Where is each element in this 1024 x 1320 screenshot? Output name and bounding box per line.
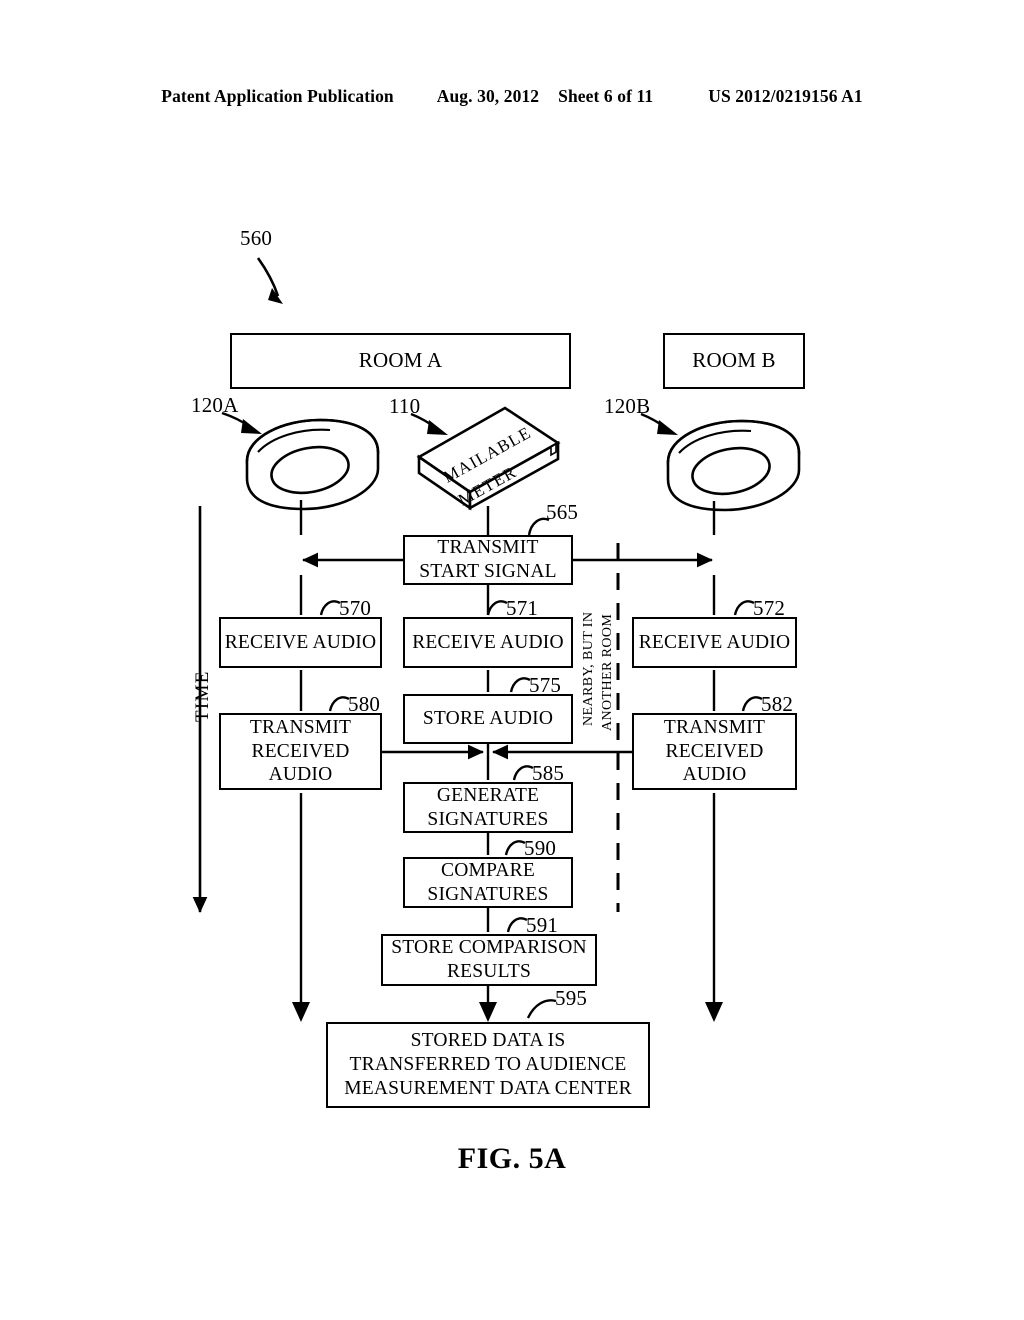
- ref-571-leader: [486, 600, 508, 616]
- step-590-line1: COMPARE: [441, 859, 535, 881]
- step-595-line2: TRANSFERRED TO AUDIENCE: [349, 1054, 627, 1076]
- ref-570-leader: [319, 600, 341, 616]
- lifeline-a-arrowhead: [292, 1002, 310, 1022]
- step-575-label: STORE AUDIO: [422, 708, 554, 730]
- ref-585-leader: [512, 765, 534, 781]
- ref-582-leader: [741, 696, 763, 712]
- step-582-line2: RECEIVED: [665, 740, 764, 762]
- step-transmit-received-audio-device-a: TRANSMIT RECEIVED AUDIO: [219, 713, 382, 790]
- step-transmit-received-audio-device-b: TRANSMIT RECEIVED AUDIO: [632, 713, 797, 790]
- ref-label-110: 110: [389, 394, 421, 418]
- wristband-device-b-illustration: [666, 419, 801, 512]
- step-receive-audio-meter: RECEIVE AUDIO: [403, 617, 573, 668]
- step-595-line3: MEASUREMENT DATA CENTER: [344, 1077, 632, 1099]
- step-stored-data-transferred: STORED DATA IS TRANSFERRED TO AUDIENCE M…: [326, 1022, 650, 1108]
- step-receive-audio-device-a: RECEIVE AUDIO: [219, 617, 382, 668]
- ref-label-120A: 120A: [191, 393, 239, 417]
- room-a-box: ROOM A: [230, 333, 571, 389]
- ref-590-leader: [504, 840, 526, 856]
- step-receive-audio-device-b: RECEIVE AUDIO: [632, 617, 797, 668]
- lifeline-b-arrowhead: [705, 1002, 723, 1022]
- step-595-line1: STORED DATA IS: [410, 1030, 566, 1052]
- ref-575-leader: [509, 677, 531, 693]
- time-axis-label: TIME: [192, 670, 213, 722]
- step-565-line2: START SIGNAL: [419, 561, 557, 582]
- ref-572-leader: [733, 600, 755, 616]
- ref-label-120B: 120B: [604, 394, 651, 418]
- ref-595-leader: [526, 999, 557, 1019]
- step-580-line2: RECEIVED: [251, 740, 350, 762]
- step-590-line2: SIGNATURES: [427, 883, 549, 905]
- step-transmit-start-signal: TRANSMIT START SIGNAL: [403, 535, 573, 585]
- ref-591-leader: [506, 917, 528, 933]
- ref-580-leader: [328, 696, 350, 712]
- room-divider-label-line2: ANOTHER ROOM: [600, 613, 615, 731]
- step-591-line2: RESULTS: [446, 961, 532, 982]
- ref-label-595: 595: [555, 986, 588, 1010]
- step-570-label: RECEIVE AUDIO: [224, 631, 377, 653]
- step-582-line1: TRANSMIT: [663, 716, 766, 738]
- room-b-label: ROOM B: [692, 348, 776, 373]
- step-585-line2: SIGNATURES: [427, 808, 549, 830]
- lifeline-meter-arrowhead: [479, 1002, 497, 1022]
- step-591-line1: STORE COMPARISON: [391, 937, 587, 959]
- step-580-line1: TRANSMIT: [249, 716, 352, 738]
- step-565-line1: TRANSMIT: [437, 537, 539, 559]
- ref-label-560: 560: [240, 226, 273, 250]
- step-580-line3: AUDIO: [268, 764, 333, 786]
- ref-560-leader: [256, 257, 283, 304]
- ref-label-565: 565: [546, 500, 579, 524]
- step-compare-signatures: COMPARE SIGNATURES: [403, 857, 573, 908]
- step-store-audio: STORE AUDIO: [403, 694, 573, 744]
- step-store-comparison-results: STORE COMPARISON RESULTS: [381, 934, 597, 986]
- step-572-label: RECEIVE AUDIO: [638, 631, 791, 653]
- wristband-device-a-illustration: [245, 418, 380, 511]
- step-585-line1: GENERATE: [436, 784, 540, 806]
- patent-figure-5a: 560 ROOM A ROOM B 120A 110 120B MAILABLE…: [0, 0, 1024, 1320]
- step-generate-signatures: GENERATE SIGNATURES: [403, 782, 573, 833]
- room-a-label: ROOM A: [358, 348, 443, 373]
- step-571-label: RECEIVE AUDIO: [412, 631, 564, 653]
- figure-caption: FIG. 5A: [457, 1142, 567, 1175]
- room-divider-label-line1: NEARBY, BUT IN: [581, 611, 596, 726]
- step-582-line3: AUDIO: [682, 764, 747, 786]
- room-b-box: ROOM B: [663, 333, 805, 389]
